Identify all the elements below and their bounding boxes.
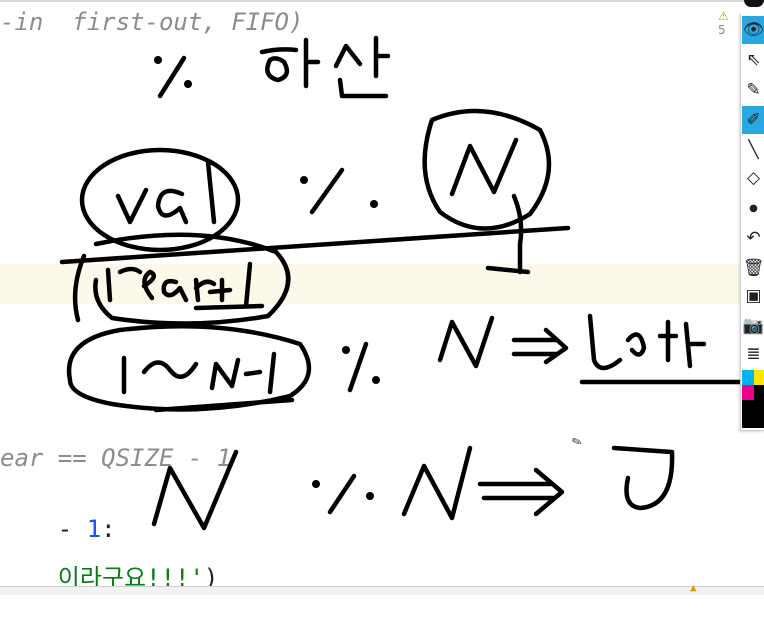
eraser-icon[interactable]: ◇ [742,164,764,192]
code-editor[interactable]: -in first-out, FIFO) ear == QSIZE - 1 - … [0,0,764,592]
toolbar-handle[interactable] [744,0,764,7]
ink-percent-2 [300,167,378,215]
camera-icon[interactable]: 📷 [742,312,764,340]
highlighter-icon[interactable]: ✐ [742,106,764,134]
ink-range-circled [66,323,312,413]
pen-icon[interactable]: ✎ [742,76,764,104]
color-swatch-magenta[interactable] [742,385,754,400]
ink-annotations [59,35,740,531]
dot-size-icon[interactable]: ● [742,194,764,222]
color-swatch-yellow[interactable] [754,370,764,385]
board-icon[interactable]: ▣ [742,282,764,310]
current-color[interactable] [742,400,764,428]
notes-icon[interactable]: ≣ [742,340,764,368]
ink-n-circled [422,108,552,275]
trash-icon[interactable]: 🗑 [742,254,764,282]
color-swatch-black[interactable] [754,385,764,400]
eye-icon[interactable]: 👁 [742,16,764,44]
ink-percent-yeonsan [154,35,391,99]
annotation-toolbar: 👁 ⇖ ✎ ✐ ╲ ◇ ● ↶ 🗑 ▣ 📷 ≣ [740,14,764,431]
color-swatch-cyan[interactable] [742,370,754,385]
status-warning-icon: ▲ [690,581,697,594]
ink-percent-n-arrow [342,313,740,393]
undo-icon[interactable]: ↶ [742,224,764,252]
ink-n-mod-n-zero [151,445,675,531]
pointer-icon[interactable]: ⇖ [742,46,764,74]
line-icon[interactable]: ╲ [742,136,764,164]
ink-fraction-line [59,225,571,265]
color-palette [742,370,764,428]
